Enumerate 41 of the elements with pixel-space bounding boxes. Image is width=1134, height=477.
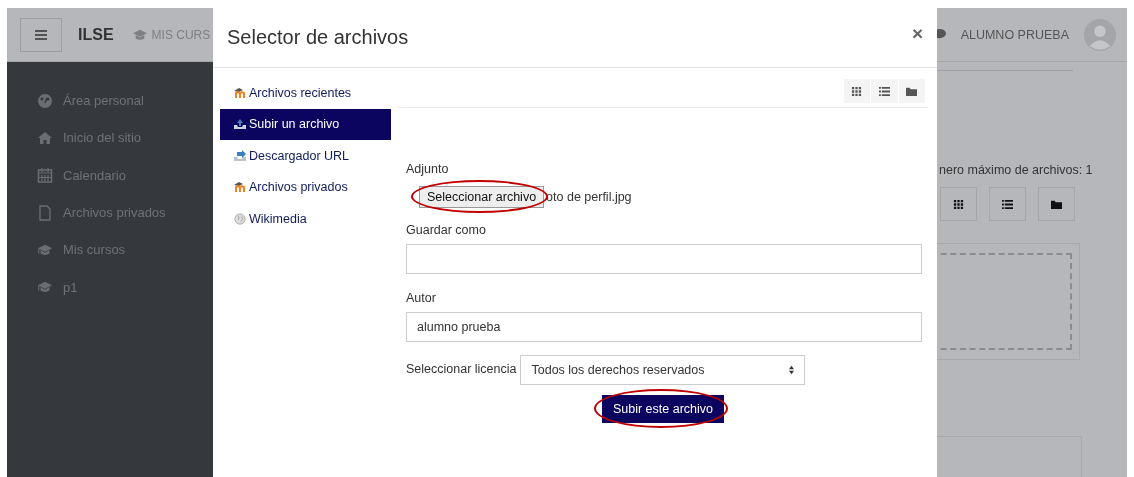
upload-button[interactable]: Subir este archivo [601,395,725,423]
user-name[interactable]: ALUMNO PRUEBA [960,27,1069,42]
menu-button[interactable] [20,17,62,52]
home-icon [37,129,53,146]
list-icon [878,85,890,97]
grid-icon [851,85,863,97]
close-button[interactable]: × [911,22,923,53]
choose-file-button[interactable]: Seleccionar archivo [419,186,545,208]
file-icon [37,204,53,221]
field-label: Autor [406,291,436,305]
moodle-hat-icon [233,181,247,194]
field-label: Seleccionar licencia [406,361,517,376]
folder-icon [906,85,918,97]
download-tray-icon [233,149,247,162]
max-files-text: nero máximo de archivos: 1 [939,163,1094,177]
repository-item[interactable]: Descargador URL [220,140,391,172]
author-field[interactable]: alumno prueba [406,312,922,342]
license-dropdown[interactable]: Todos los derechos reservados [520,355,806,385]
calendar-icon [37,167,53,184]
repository-item[interactable]: Subir un archivo [220,108,391,140]
folder-view-button[interactable] [1038,187,1075,221]
folder-icon [1051,198,1062,210]
repository-item[interactable]: Archivos recientes [220,77,391,109]
grid-view-button[interactable] [940,187,977,221]
field-label: Adjunto [406,162,449,176]
repository-item[interactable]: Archivos privados [220,171,391,203]
globe-icon [233,212,247,225]
graduation-cap-icon [131,28,148,41]
repository-item[interactable]: Wikimedia [220,203,391,235]
upload-tray-icon [233,118,247,131]
file-name: oto de perfil.jpg [546,190,632,204]
field-label: Guardar como [406,223,486,237]
menu-icon [35,29,47,40]
site-name[interactable]: ILSE [78,25,114,44]
dialog-title: Selector de archivos [227,26,409,49]
moodle-hat-icon [233,86,247,99]
list-icon [1002,198,1013,210]
grid-icon [953,198,964,210]
save-as-field[interactable] [406,244,922,274]
list-view-button[interactable] [989,187,1026,221]
sort-arrows-icon [788,365,796,375]
